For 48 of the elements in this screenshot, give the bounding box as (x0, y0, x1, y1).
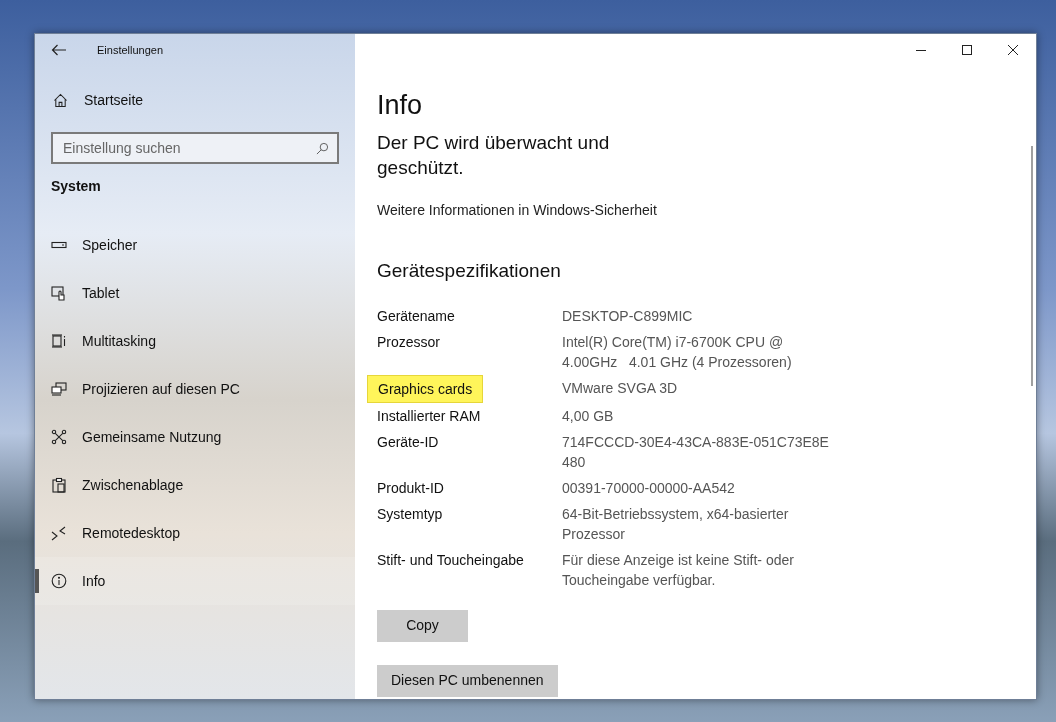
nav-item[interactable]: Tablet (35, 269, 355, 317)
tablet-touch-icon (51, 285, 67, 301)
spec-value: 64-Bit-Betriebssystem, x64-basierter Prozessor (562, 504, 789, 544)
spec-label: Prozessor (377, 332, 441, 352)
spec-value: 714FCCCD-30E4-43CA-883E-051C73E8E 480 (562, 432, 829, 472)
nav-item[interactable]: Gemeinsame Nutzung (35, 413, 355, 461)
info-icon (51, 573, 67, 589)
share-nodes-icon (51, 429, 67, 445)
window-title: Einstellungen (97, 42, 164, 58)
monitors-icon (51, 381, 67, 397)
page-title: Info (377, 89, 424, 122)
clipboard-icon (51, 477, 67, 493)
spec-value: 00391-70000-00000-AA542 (562, 478, 735, 498)
spec-label: Stift- und Toucheingabe (377, 550, 524, 570)
security-link[interactable]: Weitere Informationen in Windows-Sicherheit (377, 200, 1036, 221)
nav-item[interactable]: Speicher (35, 221, 355, 269)
back-arrow-icon[interactable] (51, 44, 67, 56)
spec-label: Geräte-ID (377, 432, 439, 452)
rename-button[interactable]: Diesen PC umbenennen (377, 664, 558, 697)
nav-item[interactable]: Zwischenablage (35, 461, 355, 509)
home-link[interactable]: Startseite (84, 89, 144, 111)
status-heading: Der PC wird überwacht und geschützt. (377, 131, 611, 180)
maximize-icon (962, 45, 972, 55)
scrollbar[interactable] (1031, 146, 1033, 386)
spec-value: VMware SVGA 3D (562, 378, 678, 398)
search-field[interactable]: Einstellung suchen (51, 132, 339, 164)
spec-label: Installierter RAM (377, 406, 481, 426)
close-icon (1008, 45, 1018, 55)
spec-label: Graphics cards (367, 374, 484, 403)
home-icon (53, 92, 68, 108)
spec-value: DESKTOP-C899MIC (562, 306, 693, 326)
search-icon (316, 142, 329, 155)
nav-item[interactable]: Multitasking (35, 317, 355, 365)
spec-value: Für diese Anzeige ist keine Stift- oder Toucheingabe verfügbar. (562, 550, 794, 590)
spec-label: Gerätename (377, 306, 455, 326)
spec-label: Systemtyp (377, 504, 443, 524)
specs-heading: Gerätespezifikationen (377, 259, 562, 283)
spec-value: Intel(R) Core(TM) i7-6700K CPU @ 4.00GHz 4.01 GHz (4 Prozessoren) (562, 332, 792, 372)
spec-label: Produkt-ID (377, 478, 444, 498)
copy-button[interactable]: Copy (377, 609, 468, 642)
section-heading: System (51, 177, 102, 196)
minimize-icon (916, 49, 926, 51)
nav-item[interactable]: Info (35, 557, 355, 605)
nav-item[interactable]: Projizieren auf diesen PC (35, 365, 355, 413)
spec-value: 4,00 GB (562, 406, 614, 426)
remote-arrows-icon (51, 525, 67, 541)
nav-item[interactable]: Remotedesktop (35, 509, 355, 557)
multitasking-icon (51, 333, 67, 349)
